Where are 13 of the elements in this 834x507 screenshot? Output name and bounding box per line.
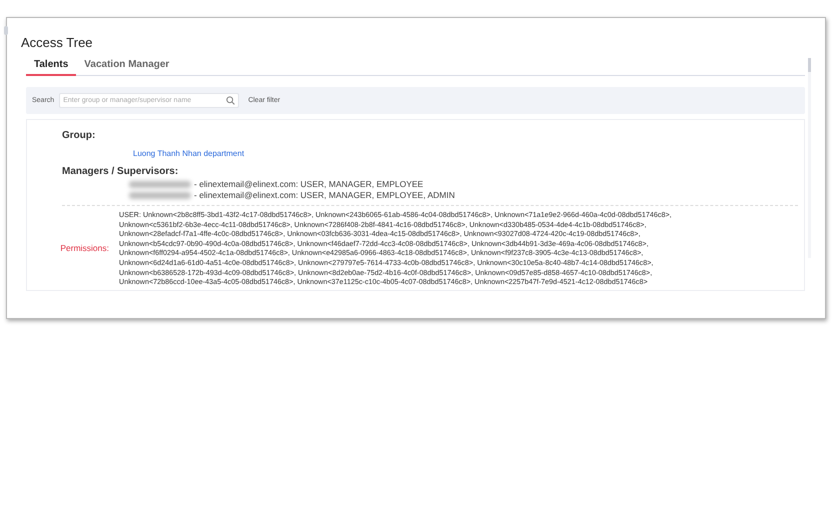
group-label: Group: bbox=[62, 130, 96, 141]
managers-label: Managers / Supervisors: bbox=[62, 166, 178, 177]
manager-contact: - elinextemail@elinext.com: USER, MANAGER, EMPLOYEE, ADMIN bbox=[194, 190, 455, 201]
manager-contact: - elinextemail@elinext.com: USER, MANAGER, EMPLOYEE bbox=[194, 179, 424, 190]
tab[interactable]: Vacation Manager bbox=[76, 56, 178, 76]
tab[interactable]: Talents bbox=[26, 56, 76, 76]
redacted-name bbox=[129, 181, 191, 188]
group-link[interactable]: Luong Thanh Nhan department bbox=[133, 149, 244, 158]
search-icon[interactable] bbox=[226, 96, 236, 105]
redacted-name bbox=[129, 192, 191, 199]
resize-handle[interactable] bbox=[4, 26, 8, 35]
page-title: Access Tree bbox=[21, 35, 93, 50]
permissions-label: Permissions: bbox=[60, 243, 109, 254]
